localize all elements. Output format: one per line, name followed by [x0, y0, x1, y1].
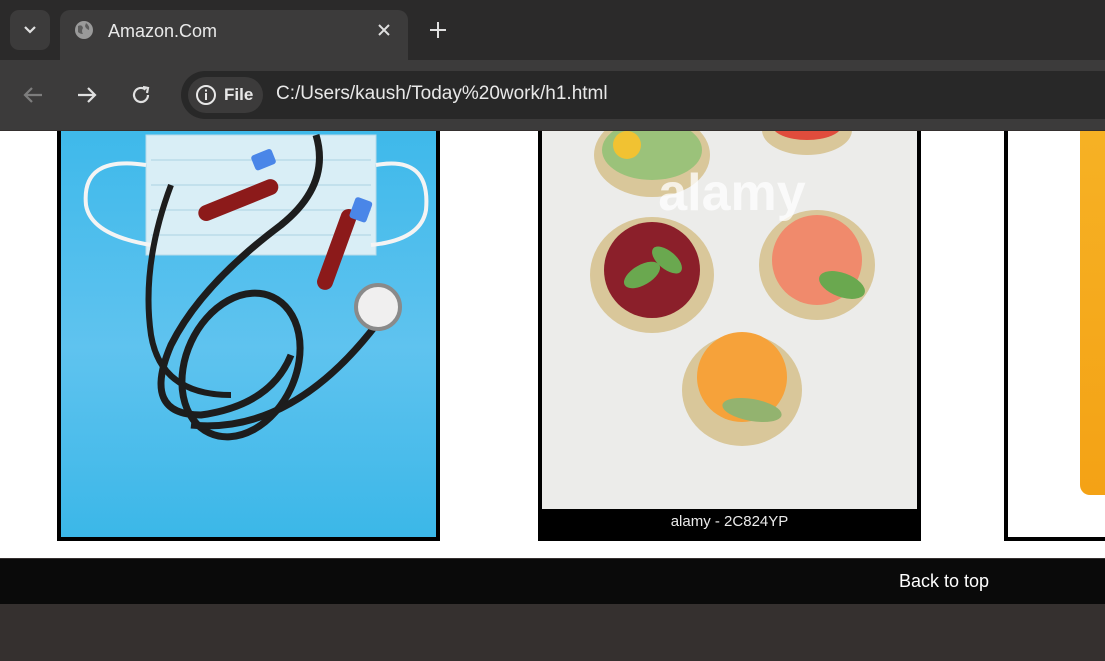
rice-cake-salmon [759, 210, 875, 320]
site-chip-label: File [224, 85, 254, 104]
rice-cake-tomato-top [762, 131, 852, 155]
tab-title: Amazon.Com [108, 21, 218, 41]
stethoscope-illustration [83, 133, 429, 441]
rice-cakes-illustration: alamy [590, 131, 875, 446]
arrow-right-icon [78, 87, 97, 103]
page-bottom-area [0, 604, 1105, 661]
tab-strip: Amazon.Com [0, 0, 1105, 60]
reload-button[interactable] [126, 80, 156, 110]
forward-button[interactable] [72, 80, 102, 110]
info-icon [196, 85, 216, 105]
browser-toolbar: File C:/Users/kaush/Today%20work/h1.html [0, 60, 1105, 130]
page-content: alamy alamy - 2C824YP [0, 131, 1105, 558]
image-caption: alamy - 2C824YP [542, 509, 917, 537]
chevron-down-icon [24, 26, 36, 34]
back-button[interactable] [18, 80, 48, 110]
url-text[interactable]: C:/Users/kaush/Today%20work/h1.html [276, 83, 608, 105]
orange-panel [1080, 131, 1105, 495]
product-image-partial[interactable] [1004, 131, 1105, 541]
globe-icon [75, 21, 93, 39]
new-tab-button[interactable] [424, 15, 452, 45]
tab-search-button[interactable] [10, 10, 50, 50]
plus-icon [430, 22, 446, 38]
watermark-text: alamy [658, 164, 806, 222]
address-bar[interactable]: File C:/Users/kaush/Today%20work/h1.html [181, 71, 1105, 119]
page-footer: Back to top [0, 559, 1105, 604]
close-tab-button[interactable] [372, 18, 396, 42]
active-tab[interactable]: Amazon.Com [60, 10, 408, 60]
close-icon [378, 24, 390, 36]
arrow-left-icon [23, 87, 42, 103]
back-to-top-link[interactable]: Back to top [899, 571, 989, 592]
site-info-chip[interactable]: File [188, 77, 263, 113]
product-image-medical[interactable] [57, 131, 440, 541]
rice-cake-apricot [682, 332, 802, 446]
product-image-food[interactable]: alamy alamy - 2C824YP [538, 131, 921, 541]
rice-cake-cherry [590, 217, 714, 333]
reload-icon [132, 85, 150, 104]
